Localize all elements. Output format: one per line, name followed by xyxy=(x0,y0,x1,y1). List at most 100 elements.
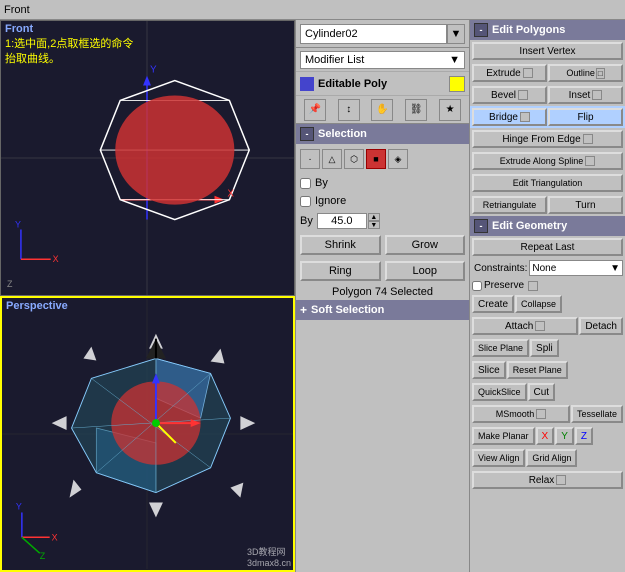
create-collapse-row: Create Collapse xyxy=(470,293,625,315)
bevel-btn[interactable]: Bevel xyxy=(472,86,547,104)
quickslice-cut-row: QuickSlice Cut xyxy=(470,381,625,403)
attach-sq[interactable] xyxy=(535,321,545,331)
svg-text:Y: Y xyxy=(15,219,21,229)
make-planar-btn[interactable]: Make Planar xyxy=(472,427,535,445)
msmooth-btn[interactable]: MSmooth xyxy=(472,405,570,423)
slice-plane-btn[interactable]: Slice Plane xyxy=(472,339,529,357)
extrude-along-spline-btn[interactable]: Extrude Along Spline xyxy=(472,152,623,170)
x-btn[interactable]: X xyxy=(536,427,555,445)
ignore-checkbox[interactable] xyxy=(300,196,311,207)
hinge-row: Hinge From Edge xyxy=(470,128,625,150)
viewport-perspective[interactable]: Perspective xyxy=(0,296,295,572)
sel-icon-triangle[interactable]: △ xyxy=(322,149,342,169)
ep-color-box[interactable] xyxy=(449,76,465,92)
icon-chain[interactable]: ⛓ xyxy=(405,99,427,121)
viewport-perspective-label: Perspective xyxy=(6,300,68,312)
extrude-outline-row: Extrude Outline □ xyxy=(470,62,625,84)
spli-btn[interactable]: Spli xyxy=(530,339,559,357)
by-value-input[interactable] xyxy=(317,213,367,229)
ring-btn[interactable]: Ring xyxy=(300,261,381,281)
sel-icon-poly[interactable]: ■ xyxy=(366,149,386,169)
loop-btn[interactable]: Loop xyxy=(385,261,466,281)
icon-pin[interactable]: 📌 xyxy=(304,99,326,121)
tessellate-btn[interactable]: Tessellate xyxy=(571,405,623,423)
constraints-row: Constraints: None ▼ xyxy=(470,258,625,278)
z-btn[interactable]: Z xyxy=(575,427,593,445)
relax-sq[interactable] xyxy=(556,475,566,485)
insert-vertex-row: Insert Vertex xyxy=(470,40,625,62)
detach-btn[interactable]: Detach xyxy=(579,317,623,335)
collapse-btn[interactable]: Collapse xyxy=(515,295,562,313)
spinner-down[interactable]: ▼ xyxy=(368,221,380,229)
by-value-label: By xyxy=(300,215,313,227)
turn-btn[interactable]: Turn xyxy=(548,196,623,214)
y-btn[interactable]: Y xyxy=(555,427,574,445)
create-btn[interactable]: Create xyxy=(472,295,514,313)
bridge-btn[interactable]: Bridge xyxy=(472,108,547,126)
selection-minus-btn[interactable]: - xyxy=(300,127,314,141)
outline-sq[interactable]: □ xyxy=(596,68,605,79)
retriangulate-btn[interactable]: Retriangulate xyxy=(472,196,547,214)
edit-triangulation-btn[interactable]: Edit Triangulation xyxy=(472,174,623,192)
msmooth-sq[interactable] xyxy=(536,409,546,419)
bevel-sq[interactable] xyxy=(518,90,528,100)
left-panel: Front 1:选中面,2点取框选的命令 抬取曲线。 xyxy=(0,20,295,572)
hinge-sq[interactable] xyxy=(583,134,593,144)
ignore-checkbox-row: Ignore xyxy=(296,192,469,210)
by-checkbox[interactable] xyxy=(300,178,311,189)
cylinder-title[interactable]: Cylinder02 xyxy=(300,24,447,44)
cut-btn[interactable]: Cut xyxy=(528,383,556,401)
selection-header: - Selection xyxy=(296,124,469,144)
shrink-btn[interactable]: Shrink xyxy=(300,235,381,255)
sel-icons-row: · △ ⬡ ■ ◈ xyxy=(296,144,469,174)
edit-polygons-minus-btn[interactable]: - xyxy=(474,23,488,37)
flip-btn[interactable]: Flip xyxy=(548,108,623,126)
extrude-sq[interactable] xyxy=(523,68,533,78)
retri-turn-row: Retriangulate Turn xyxy=(470,194,625,216)
cylinder-dropdown-arrow[interactable]: ▼ xyxy=(447,24,465,44)
constraints-dropdown[interactable]: None ▼ xyxy=(529,260,623,276)
icon-hand[interactable]: ✋ xyxy=(371,99,393,121)
relax-btn[interactable]: Relax xyxy=(472,471,623,489)
outline-btn[interactable]: Outline □ xyxy=(548,64,623,82)
icon-star[interactable]: ★ xyxy=(439,99,461,121)
edit-geometry-minus-btn[interactable]: - xyxy=(474,219,488,233)
extrude-spline-sq[interactable] xyxy=(585,156,595,166)
inset-btn[interactable]: Inset xyxy=(548,86,623,104)
slice-btn[interactable]: Slice xyxy=(472,361,506,379)
cylinder-bar: Cylinder02 ▼ xyxy=(296,20,469,48)
top-bar-label: Front xyxy=(4,4,30,16)
quickslice-btn[interactable]: QuickSlice xyxy=(472,383,527,401)
hinge-from-edge-btn[interactable]: Hinge From Edge xyxy=(472,130,623,148)
viewport-instruction: 1:选中面,2点取框选的命令 抬取曲线。 xyxy=(5,37,133,68)
preserve-checkbox[interactable] xyxy=(472,281,482,291)
extrude-btn[interactable]: Extrude xyxy=(472,64,547,82)
insert-vertex-btn[interactable]: Insert Vertex xyxy=(472,42,623,60)
attach-detach-row: Attach Detach xyxy=(470,315,625,337)
reset-plane-btn[interactable]: Reset Plane xyxy=(507,361,568,379)
view-align-btn[interactable]: View Align xyxy=(472,449,525,467)
spinner-up[interactable]: ▲ xyxy=(368,213,380,221)
grid-align-btn[interactable]: Grid Align xyxy=(526,449,577,467)
modifier-list-dropdown[interactable]: Modifier List ▼ xyxy=(300,51,465,69)
preserve-row: Preserve xyxy=(470,278,625,293)
relax-row: Relax xyxy=(470,469,625,491)
bevel-inset-row: Bevel Inset xyxy=(470,84,625,106)
sel-icon-element[interactable]: ◈ xyxy=(388,149,408,169)
inset-sq[interactable] xyxy=(592,90,602,100)
icon-move[interactable]: ↕ xyxy=(338,99,360,121)
repeat-last-btn[interactable]: Repeat Last xyxy=(472,238,623,256)
svg-text:X: X xyxy=(52,532,58,542)
sel-icon-dot[interactable]: · xyxy=(300,149,320,169)
viewport-front[interactable]: Front 1:选中面,2点取框选的命令 抬取曲线。 xyxy=(0,20,295,296)
attach-btn[interactable]: Attach xyxy=(472,317,578,335)
preserve-label: Preserve xyxy=(484,280,524,291)
bridge-sq[interactable] xyxy=(520,112,530,122)
right-panel: - Edit Polygons Insert Vertex Extrude Ou… xyxy=(470,20,625,572)
grow-btn[interactable]: Grow xyxy=(385,235,466,255)
svg-text:Y: Y xyxy=(150,65,157,76)
preserve-sq[interactable] xyxy=(528,281,538,291)
ep-label: Editable Poly xyxy=(318,78,449,90)
sel-icon-edge[interactable]: ⬡ xyxy=(344,149,364,169)
soft-sel-plus-btn[interactable]: + xyxy=(300,303,307,317)
